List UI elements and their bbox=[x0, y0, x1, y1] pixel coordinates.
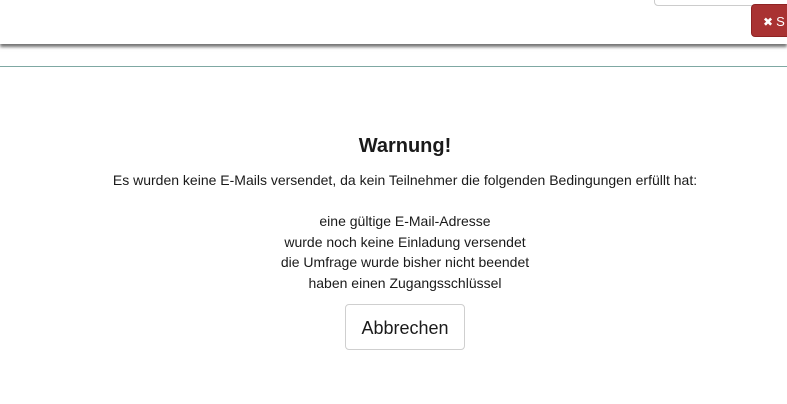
condition-list: eine gültige E-Mail-Adresse wurde noch k… bbox=[0, 211, 787, 293]
warning-message: Es wurden keine E-Mails versendet, da ke… bbox=[112, 172, 698, 188]
top-toolbar: ✖ S bbox=[0, 0, 787, 44]
condition-item: wurde noch keine Einladung versendet bbox=[284, 233, 526, 250]
condition-item: eine gültige E-Mail-Adresse bbox=[319, 213, 491, 229]
condition-item: die Umfrage wurde bisher nicht beendet bbox=[280, 254, 530, 270]
condition-item: haben einen Zugangsschlüssel bbox=[308, 274, 502, 291]
cancel-button[interactable]: Abbrechen bbox=[345, 304, 465, 350]
warning-title: Warnung! bbox=[358, 135, 452, 157]
save-button-label: S bbox=[776, 14, 785, 29]
warning-panel: Warnung! Es wurden keine E-Mails versend… bbox=[0, 132, 787, 350]
divider bbox=[0, 66, 787, 67]
save-button[interactable]: ✖ S bbox=[751, 4, 787, 37]
close-icon: ✖ bbox=[763, 15, 774, 29]
